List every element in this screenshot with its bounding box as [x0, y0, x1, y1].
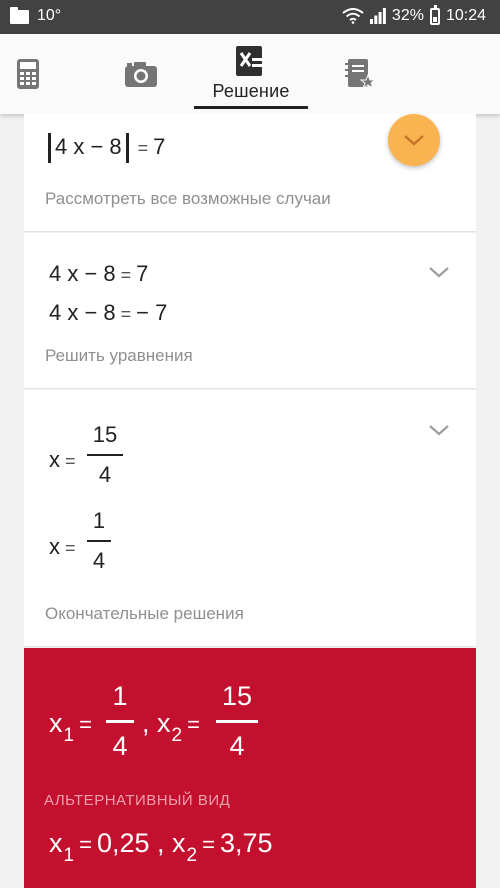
step2-equation-1: 4 x − 8 = 7	[49, 261, 149, 286]
answer-alternative: x1 = 0,25 , x2 = 3,75	[49, 828, 273, 866]
tab-solution-label: Решение	[212, 81, 290, 101]
folder-icon	[10, 7, 29, 24]
chevron-down-icon	[404, 135, 424, 146]
final-answer-panel: x1 = 1 4 , x2 = 15 4 АЛЬТЕРНАТИВНЫЙ ВИД x1…	[24, 648, 476, 888]
abs-inner: 4 x − 8	[55, 133, 122, 159]
step1-hint: Рассмотреть все возможные случаи	[45, 189, 331, 208]
solution-icon	[236, 46, 264, 76]
calculator-icon	[17, 59, 39, 89]
step-card-2[interactable]: 4 x − 8 = 7 4 x − 8 = − 7 Решить уравнения	[24, 233, 476, 389]
notes-icon	[345, 59, 375, 89]
signal-icon	[369, 8, 386, 24]
step-card-3[interactable]: x = 15 4 x = 1 4 Окончательные решения	[24, 390, 476, 647]
top-toolbar: Решение	[0, 34, 500, 114]
step3-hint: Окончательные решения	[45, 604, 244, 623]
step2-hint: Решить уравнения	[45, 346, 193, 365]
step3-solution-1-var: x =	[49, 447, 76, 472]
expand-all-button[interactable]	[388, 114, 440, 166]
chevron-down-icon[interactable]	[428, 423, 450, 437]
tab-solution[interactable]: Решение	[194, 34, 308, 114]
notes-button[interactable]	[338, 34, 382, 114]
calculator-button[interactable]	[6, 34, 50, 114]
camera-button[interactable]	[118, 34, 164, 114]
alternative-form-title: АЛЬТЕРНАТИВНЫЙ ВИД	[44, 792, 231, 809]
camera-icon	[125, 62, 157, 87]
answer-x1-fraction: 1 4	[106, 681, 134, 762]
step3-solution-1-fraction: 15 4	[87, 422, 123, 488]
chevron-down-icon[interactable]	[428, 265, 450, 279]
answer-x1-label: x1 =	[49, 708, 92, 746]
clock: 10:24	[445, 7, 486, 24]
answer-x2-label: , x2 =	[142, 708, 200, 746]
answer-x2-fraction: 15 4	[216, 681, 258, 762]
battery-icon	[429, 4, 440, 25]
step1-expression: 4 x − 8 = 7	[44, 133, 165, 163]
step2-equation-2: 4 x − 8 = − 7	[49, 300, 168, 325]
active-tab-indicator	[194, 106, 308, 109]
step3-solution-2-fraction: 1 4	[87, 508, 111, 574]
step3-solution-2-var: x =	[49, 534, 76, 559]
status-bar: 10° 32% 10:24	[0, 0, 500, 34]
battery-percent: 32%	[391, 7, 424, 24]
temperature: 10°	[37, 7, 62, 24]
abs-bar-right	[125, 133, 129, 163]
abs-bar-left	[48, 133, 51, 163]
step1-rhs: 7	[153, 133, 166, 159]
wifi-icon	[342, 8, 364, 24]
